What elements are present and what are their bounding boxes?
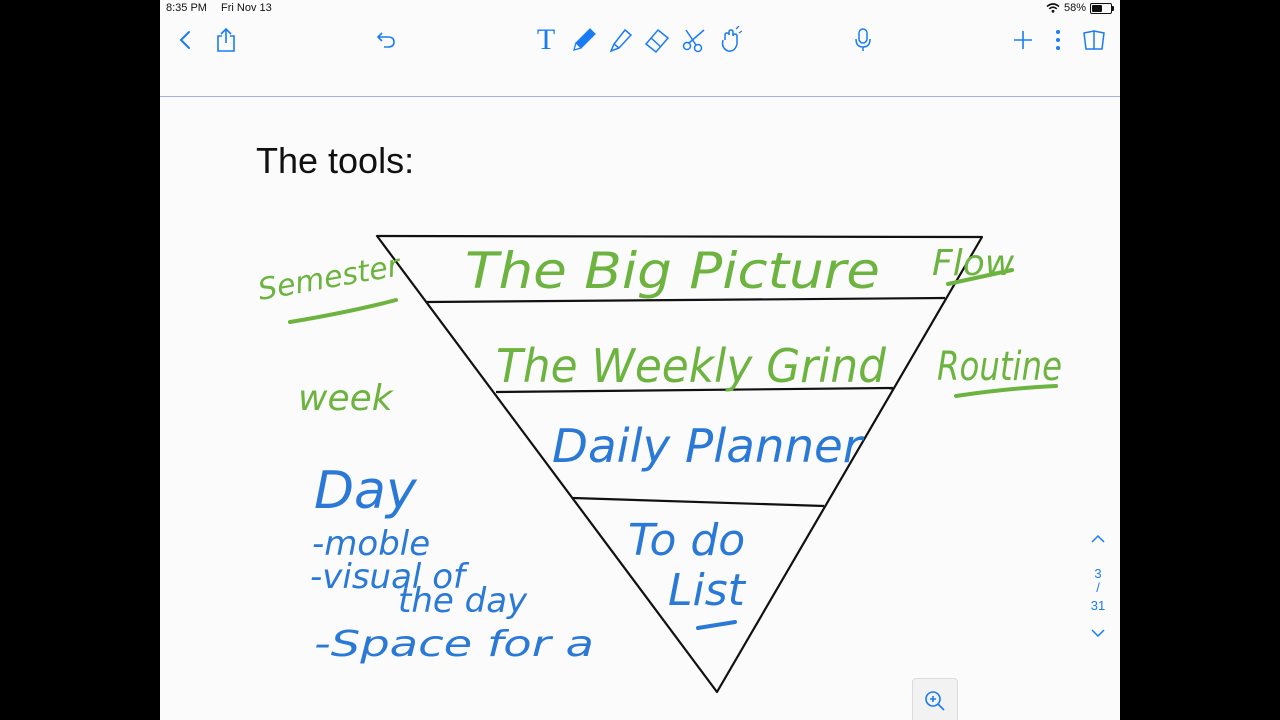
level-label-big-picture: The Big Picture: [465, 242, 880, 300]
zoom-button[interactable]: [912, 678, 958, 720]
semester-underline: [288, 298, 398, 324]
note-routine: Routine: [937, 344, 1062, 390]
previous-page-icon[interactable]: [1090, 534, 1106, 544]
level-label-to-do-line-1: To do: [628, 515, 745, 566]
current-page: 3: [1094, 566, 1102, 581]
to-do-underline: [696, 620, 737, 630]
level-label-weekly-grind: The Weekly Grind: [496, 339, 887, 393]
page-separator: /: [1096, 580, 1100, 595]
note-semester: Semester: [255, 248, 404, 308]
page-navigator: 3 / 31: [1080, 528, 1116, 648]
level-label-daily-planner: Daily Planner: [552, 419, 865, 473]
day-bullet-4: -Space for a: [314, 624, 594, 665]
level-label-to-do-line-2: List: [668, 565, 747, 616]
note-week: week: [298, 378, 395, 419]
handwritten-diagram: The Big Picture The Weekly Grind Daily P…: [255, 234, 1062, 694]
pyramid-divider-3: [572, 496, 825, 508]
next-page-icon[interactable]: [1090, 628, 1106, 638]
zoom-icon: [925, 691, 945, 711]
ipad-screen: 8:35 PM Fri Nov 13 58% T The tools: The …: [160, 0, 1120, 720]
day-heading: Day: [314, 461, 418, 521]
total-pages: 31: [1090, 598, 1106, 613]
day-bullet-3: the day: [398, 581, 528, 621]
